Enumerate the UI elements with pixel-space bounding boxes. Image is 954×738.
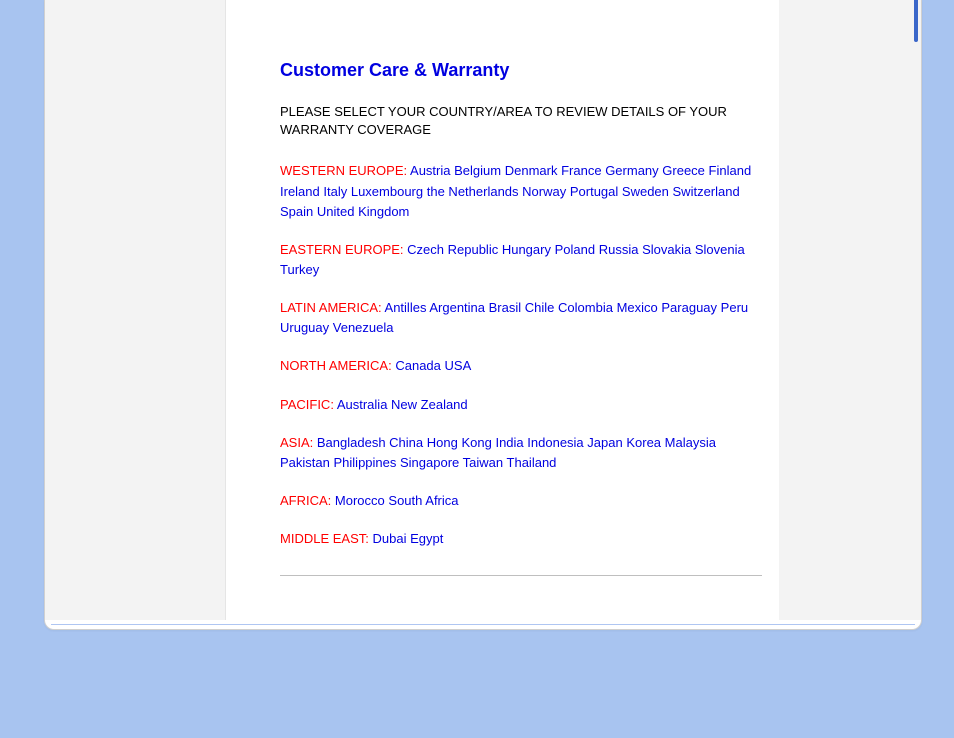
page-title: Customer Care & Warranty	[280, 60, 762, 81]
country-link-uruguay[interactable]: Uruguay	[280, 320, 329, 335]
country-link-switzerland[interactable]: Switzerland	[673, 184, 740, 199]
country-link-finland[interactable]: Finland	[709, 163, 752, 178]
country-link-japan[interactable]: Japan	[587, 435, 622, 450]
country-link-ireland[interactable]: Ireland	[280, 184, 320, 199]
country-link-argentina[interactable]: Argentina	[429, 300, 485, 315]
region-asia: ASIA: Bangladesh China Hong Kong India I…	[280, 433, 762, 473]
country-link-slovenia[interactable]: Slovenia	[695, 242, 745, 257]
country-link-egypt[interactable]: Egypt	[410, 531, 443, 546]
country-link-mexico[interactable]: Mexico	[617, 300, 658, 315]
country-link-sweden[interactable]: Sweden	[622, 184, 669, 199]
right-sidebar	[779, 0, 921, 620]
country-link-philippines[interactable]: Philippines	[334, 455, 397, 470]
page-container: Customer Care & Warranty PLEASE SELECT Y…	[44, 0, 922, 630]
canvas: Customer Care & Warranty PLEASE SELECT Y…	[0, 0, 954, 738]
region-label: LATIN AMERICA:	[280, 300, 382, 315]
country-link-the-netherlands[interactable]: the Netherlands	[427, 184, 519, 199]
country-link-greece[interactable]: Greece	[662, 163, 705, 178]
country-link-hungary[interactable]: Hungary	[502, 242, 551, 257]
instruction-text: PLEASE SELECT YOUR COUNTRY/AREA TO REVIE…	[280, 103, 750, 139]
region-label: PACIFIC:	[280, 397, 334, 412]
country-link-antilles[interactable]: Antilles	[385, 300, 427, 315]
country-link-russia[interactable]: Russia	[599, 242, 639, 257]
region-western-europe: WESTERN EUROPE: Austria Belgium Denmark …	[280, 161, 762, 221]
country-link-australia[interactable]: Australia	[337, 397, 388, 412]
country-link-france[interactable]: France	[561, 163, 601, 178]
country-link-peru[interactable]: Peru	[721, 300, 748, 315]
country-link-united-kingdom[interactable]: United Kingdom	[317, 204, 410, 219]
region-label: NORTH AMERICA:	[280, 358, 392, 373]
country-link-norway[interactable]: Norway	[522, 184, 566, 199]
country-link-singapore[interactable]: Singapore	[400, 455, 459, 470]
region-label: EASTERN EUROPE:	[280, 242, 404, 257]
country-link-turkey[interactable]: Turkey	[280, 262, 319, 277]
region-label: AFRICA:	[280, 493, 331, 508]
country-link-venezuela[interactable]: Venezuela	[333, 320, 394, 335]
regions-list: WESTERN EUROPE: Austria Belgium Denmark …	[280, 161, 762, 549]
country-link-usa[interactable]: USA	[445, 358, 472, 373]
region-label: MIDDLE EAST:	[280, 531, 369, 546]
region-label: ASIA:	[280, 435, 313, 450]
country-link-dubai[interactable]: Dubai	[372, 531, 406, 546]
country-link-denmark[interactable]: Denmark	[505, 163, 558, 178]
country-link-hong-kong[interactable]: Hong Kong	[427, 435, 492, 450]
country-link-germany[interactable]: Germany	[605, 163, 658, 178]
country-link-india[interactable]: India	[495, 435, 523, 450]
region-middle-east: MIDDLE EAST: Dubai Egypt	[280, 529, 762, 549]
region-label: WESTERN EUROPE:	[280, 163, 407, 178]
country-link-italy[interactable]: Italy	[323, 184, 347, 199]
country-link-chile[interactable]: Chile	[525, 300, 555, 315]
footer-rule	[51, 624, 915, 625]
country-link-slovakia[interactable]: Slovakia	[642, 242, 691, 257]
country-link-canada[interactable]: Canada	[395, 358, 441, 373]
country-link-czech-republic[interactable]: Czech Republic	[407, 242, 498, 257]
country-link-paraguay[interactable]: Paraguay	[661, 300, 717, 315]
country-link-portugal[interactable]: Portugal	[570, 184, 618, 199]
country-link-taiwan[interactable]: Taiwan	[463, 455, 503, 470]
region-africa: AFRICA: Morocco South Africa	[280, 491, 762, 511]
right-accent-bar	[914, 0, 918, 42]
region-north-america: NORTH AMERICA: Canada USA	[280, 356, 762, 376]
country-link-pakistan[interactable]: Pakistan	[280, 455, 330, 470]
country-link-spain[interactable]: Spain	[280, 204, 313, 219]
country-link-bangladesh[interactable]: Bangladesh	[317, 435, 386, 450]
country-link-morocco[interactable]: Morocco	[335, 493, 385, 508]
region-eastern-europe: EASTERN EUROPE: Czech Republic Hungary P…	[280, 240, 762, 280]
main-content: Customer Care & Warranty PLEASE SELECT Y…	[225, 0, 781, 620]
content-divider	[280, 575, 762, 576]
left-sidebar	[45, 0, 225, 620]
country-link-indonesia[interactable]: Indonesia	[527, 435, 583, 450]
region-pacific: PACIFIC: Australia New Zealand	[280, 395, 762, 415]
country-link-thailand[interactable]: Thailand	[507, 455, 557, 470]
region-latin-america: LATIN AMERICA: Antilles Argentina Brasil…	[280, 298, 762, 338]
country-link-korea[interactable]: Korea	[626, 435, 661, 450]
country-link-luxembourg[interactable]: Luxembourg	[351, 184, 423, 199]
country-link-china[interactable]: China	[389, 435, 423, 450]
country-link-south-africa[interactable]: South Africa	[388, 493, 458, 508]
country-link-colombia[interactable]: Colombia	[558, 300, 613, 315]
country-link-austria[interactable]: Austria	[410, 163, 450, 178]
country-link-brasil[interactable]: Brasil	[489, 300, 522, 315]
country-link-poland[interactable]: Poland	[555, 242, 595, 257]
country-link-new-zealand[interactable]: New Zealand	[391, 397, 468, 412]
country-link-belgium[interactable]: Belgium	[454, 163, 501, 178]
country-link-malaysia[interactable]: Malaysia	[665, 435, 716, 450]
